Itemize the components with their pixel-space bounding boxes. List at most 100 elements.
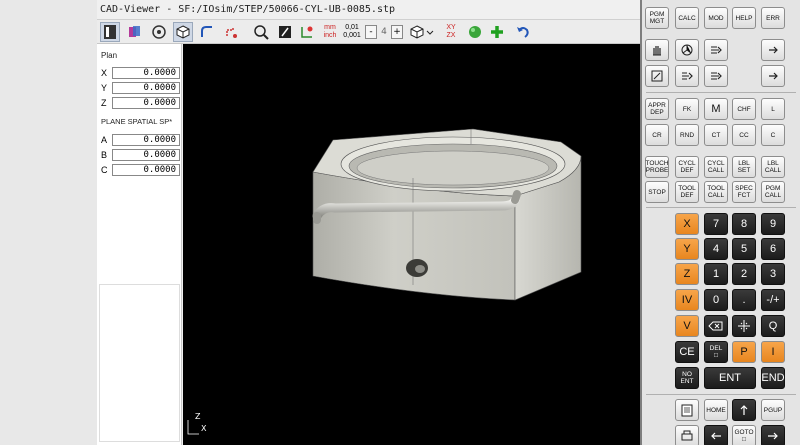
zoom-fit-button[interactable] <box>251 22 271 42</box>
arrow-right-key[interactable] <box>761 425 785 445</box>
set-origin-button[interactable] <box>297 22 317 42</box>
teach-in-key[interactable] <box>645 65 669 87</box>
decimal-point-key[interactable]: . <box>732 289 756 311</box>
pgup-key[interactable]: PGUP <box>761 399 785 421</box>
backspace-key[interactable] <box>704 315 728 337</box>
lbl-set-key[interactable]: LBL SET <box>732 156 756 178</box>
digit-0-key[interactable]: 0 <box>704 289 728 311</box>
list-view-button[interactable] <box>100 22 120 42</box>
chf-key[interactable]: CHF <box>732 98 756 120</box>
handwheel-icon <box>681 44 693 56</box>
add-button[interactable] <box>487 22 507 42</box>
rnd-key[interactable]: RND <box>675 124 699 146</box>
pgm-mgt-key[interactable]: PGM MGT <box>645 7 669 29</box>
axis-y-key[interactable]: Y <box>675 238 699 260</box>
axis-x-key[interactable]: X <box>675 213 699 235</box>
m-key[interactable]: M <box>704 98 728 120</box>
positioning-mdi-key[interactable] <box>704 39 728 61</box>
test-run-key[interactable] <box>761 65 785 87</box>
handwheel-key[interactable] <box>675 39 699 61</box>
calc-key[interactable]: CALC <box>675 7 699 29</box>
3d-viewport[interactable]: Z X <box>183 44 640 445</box>
actual-position-key[interactable] <box>732 315 756 337</box>
digit-4-key[interactable]: 4 <box>704 238 728 260</box>
cycl-call-key[interactable]: CYCL CALL <box>704 156 728 178</box>
ct-key[interactable]: CT <box>704 124 728 146</box>
decrease-button[interactable]: - <box>365 25 377 39</box>
end-key[interactable]: END <box>761 367 785 389</box>
undo-button[interactable] <box>513 22 533 42</box>
unit-toggle-button[interactable]: mm inch <box>321 22 339 42</box>
crosshair-icon <box>738 320 750 332</box>
cycl-def-key[interactable]: CYCL DEF <box>675 156 699 178</box>
points-button[interactable] <box>221 22 241 42</box>
digit-7-key[interactable]: 7 <box>704 213 728 235</box>
del-key[interactable]: DEL □ <box>704 341 728 363</box>
goto-key[interactable]: GOTO □ <box>732 425 756 445</box>
digit-9-key[interactable]: 9 <box>761 213 785 235</box>
tool-call-key[interactable]: TOOL CALL <box>704 181 728 203</box>
digit-6-key[interactable]: 6 <box>761 238 785 260</box>
manual-mode-key[interactable] <box>645 39 669 61</box>
contour-button[interactable] <box>197 22 217 42</box>
increase-button[interactable]: + <box>391 25 403 39</box>
element-list[interactable] <box>99 284 180 442</box>
no-ent-key[interactable]: NO ENT <box>675 367 699 389</box>
appr-dep-key[interactable]: APPR DEP <box>645 98 669 120</box>
ce-key[interactable]: CE <box>675 341 699 363</box>
solid-view-button[interactable] <box>173 22 193 42</box>
cc-key[interactable]: CC <box>732 124 756 146</box>
page-key[interactable] <box>675 399 699 421</box>
digit-1-key[interactable]: 1 <box>704 263 728 285</box>
lbl-call-key[interactable]: LBL CALL <box>761 156 785 178</box>
line-key[interactable]: L <box>761 98 785 120</box>
touch-probe-key[interactable]: TOUCH PROBE <box>645 156 669 178</box>
tool-def-key[interactable]: TOOL DEF <box>675 181 699 203</box>
select-element-button[interactable] <box>275 22 295 42</box>
coord-z-field[interactable]: 0.0000 <box>112 97 180 109</box>
angle-c-field[interactable]: 0.0000 <box>112 164 180 176</box>
view-orientation-dropdown[interactable] <box>409 22 435 42</box>
stop-key[interactable]: STOP <box>645 181 669 203</box>
plane-toggle-button[interactable]: XY ZX <box>441 22 461 42</box>
programming-key[interactable] <box>704 65 728 87</box>
coord-y-field[interactable]: 0.0000 <box>112 82 180 94</box>
digit-8-key[interactable]: 8 <box>732 213 756 235</box>
angle-a-field[interactable]: 0.0000 <box>112 134 180 146</box>
control-panel: PGM MGT CALC MOD HELP ERR APPR DEP FK M … <box>640 0 800 445</box>
axis-iv-key[interactable]: IV <box>675 289 699 311</box>
mod-key[interactable]: MOD <box>704 7 728 29</box>
digit-2-key[interactable]: 2 <box>732 263 756 285</box>
axis-v-key[interactable]: V <box>675 315 699 337</box>
sign-toggle-key[interactable]: -/+ <box>761 289 785 311</box>
p-key[interactable]: P <box>732 341 756 363</box>
help-key[interactable]: HELP <box>732 7 756 29</box>
arrow-left-key[interactable] <box>704 425 728 445</box>
program-run-single-key[interactable] <box>675 65 699 87</box>
err-key[interactable]: ERR <box>761 7 785 29</box>
coord-name: C <box>101 165 108 175</box>
fk-key[interactable]: FK <box>675 98 699 120</box>
q-key[interactable]: Q <box>761 315 785 337</box>
print-key[interactable] <box>675 425 699 445</box>
precision-toggle-button[interactable]: 0,01 0,001 <box>342 22 362 42</box>
arrow-up-key[interactable] <box>732 399 756 421</box>
confirm-button[interactable] <box>465 22 485 42</box>
spec-fct-key[interactable]: SPEC FCT <box>732 181 756 203</box>
digit-5-key[interactable]: 5 <box>732 238 756 260</box>
circle-key[interactable]: C <box>761 124 785 146</box>
cr-key[interactable]: CR <box>645 124 669 146</box>
program-run-full-key[interactable] <box>761 39 785 61</box>
green-dot-icon <box>469 26 481 38</box>
home-key[interactable]: HOME <box>704 399 728 421</box>
i-key[interactable]: I <box>761 341 785 363</box>
ent-key[interactable]: ENT <box>704 367 756 389</box>
layers-button[interactable] <box>125 22 145 42</box>
digit-3-key[interactable]: 3 <box>761 263 785 285</box>
axis-z-key[interactable]: Z <box>675 263 699 285</box>
origin-button[interactable] <box>149 22 169 42</box>
pgm-call-key[interactable]: PGM CALL <box>761 181 785 203</box>
coord-row-a: A 0.0000 <box>101 134 180 146</box>
angle-b-field[interactable]: 0.0000 <box>112 149 180 161</box>
coord-x-field[interactable]: 0.0000 <box>112 67 180 79</box>
